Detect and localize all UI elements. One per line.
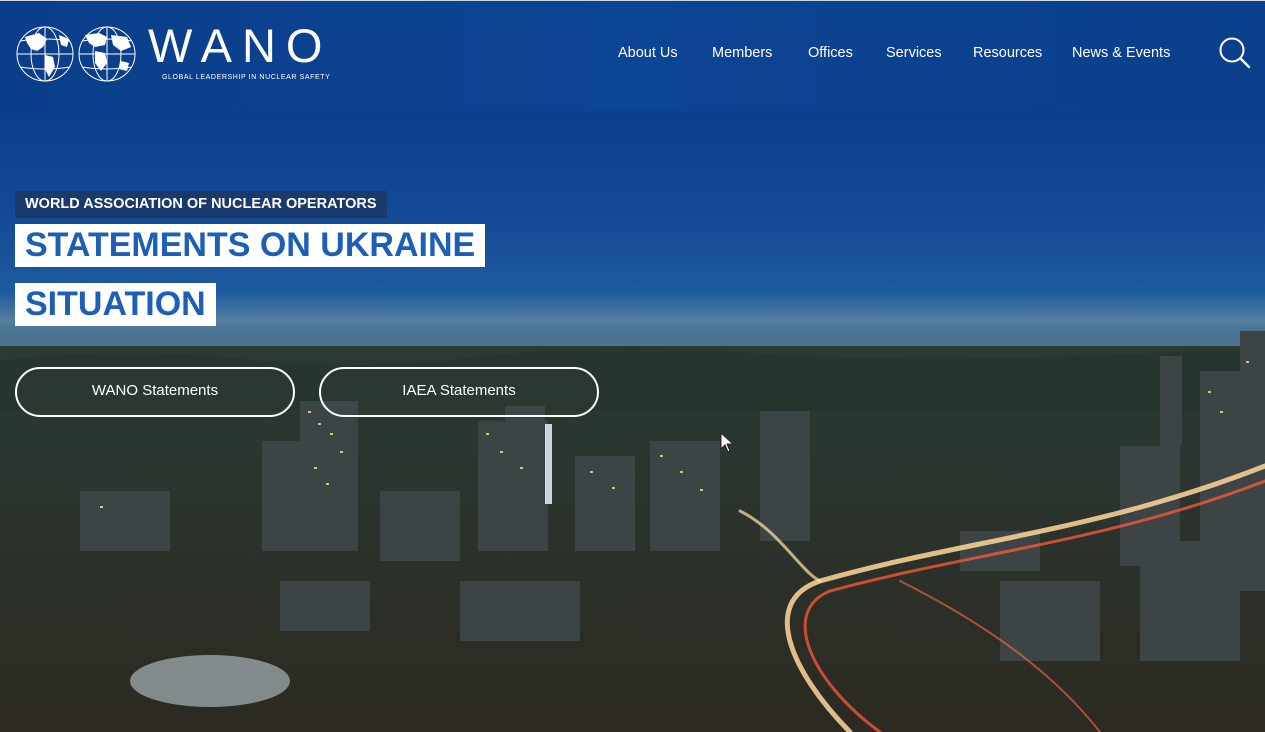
nav-services[interactable]: Services xyxy=(886,45,942,61)
mouse-cursor-icon xyxy=(720,432,735,453)
search-icon xyxy=(1219,37,1251,69)
main-nav: About Us Members Offices Services Resour… xyxy=(0,45,1265,65)
hero-banner: WORLD ASSOCIATION OF NUCLEAR OPERATORS S… xyxy=(0,111,1265,732)
iaea-statements-button[interactable]: IAEA Statements xyxy=(319,367,599,417)
hero-title-line-2: SITUATION xyxy=(15,283,216,326)
hero-eyebrow: WORLD ASSOCIATION OF NUCLEAR OPERATORS xyxy=(15,191,387,218)
nav-offices[interactable]: Offices xyxy=(808,45,853,61)
nav-news-events[interactable]: News & Events xyxy=(1072,45,1170,61)
logo-tagline: GLOBAL LEADERSHIP IN NUCLEAR SAFETY xyxy=(162,74,331,81)
nav-members[interactable]: Members xyxy=(712,45,772,61)
wano-statements-button[interactable]: WANO Statements xyxy=(15,367,295,417)
nav-about-us[interactable]: About Us xyxy=(618,45,678,61)
search-button[interactable] xyxy=(1217,35,1251,69)
nav-resources[interactable]: Resources xyxy=(973,45,1042,61)
hero-title-line-1: STATEMENTS ON UKRAINE xyxy=(15,224,486,267)
site-header: WANO GLOBAL LEADERSHIP IN NUCLEAR SAFETY… xyxy=(0,0,1265,111)
